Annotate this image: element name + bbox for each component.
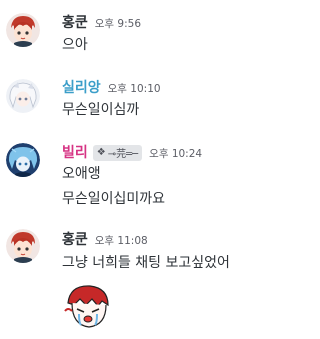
author-name[interactable]: 실리앙 [62, 80, 101, 96]
message-text: 그냥 너희들 채팅 보고싶었어 [62, 255, 230, 271]
message-text: 무슨일이심까 [62, 102, 140, 118]
message-text: 무슨일이십미까요 [62, 191, 166, 207]
role-tag-text: ⊸芫═─ [107, 149, 139, 160]
sticker-image [64, 285, 109, 328]
timestamp: 오후 10:24 [149, 148, 203, 160]
avatar[interactable] [6, 13, 40, 47]
diamond-sparkle-icon: ❖ [96, 147, 106, 158]
avatar[interactable] [6, 79, 40, 113]
crying-character-sticker[interactable] [62, 281, 114, 333]
message-header: 빌리 ❖ ⊸芫═─ 오후 10:24 [62, 142, 202, 162]
author-name[interactable]: 홍쿤 [62, 15, 88, 31]
white-hair-character-avatar-icon [6, 79, 40, 113]
message-header: 홍쿤 오후 11:08 [62, 229, 148, 249]
timestamp: 오후 11:08 [94, 235, 148, 247]
author-name[interactable]: 홍쿤 [62, 232, 88, 248]
avatar[interactable] [6, 143, 40, 177]
message-header: 홍쿤 오후 9:56 [62, 12, 141, 32]
message-text: 오애앵 [62, 166, 101, 182]
timestamp: 오후 9:56 [94, 18, 142, 30]
timestamp: 오후 10:10 [107, 83, 161, 95]
role-tag[interactable]: ❖ ⊸芫═─ [92, 144, 143, 161]
message-text: 으아 [62, 37, 88, 53]
blue-hair-character-avatar-icon [6, 143, 40, 177]
red-hair-character-avatar-icon [6, 13, 40, 47]
red-hair-character-avatar-icon [6, 229, 40, 263]
message-header: 실리앙 오후 10:10 [62, 77, 161, 97]
avatar[interactable] [6, 229, 40, 263]
author-name[interactable]: 빌리 [62, 145, 88, 161]
